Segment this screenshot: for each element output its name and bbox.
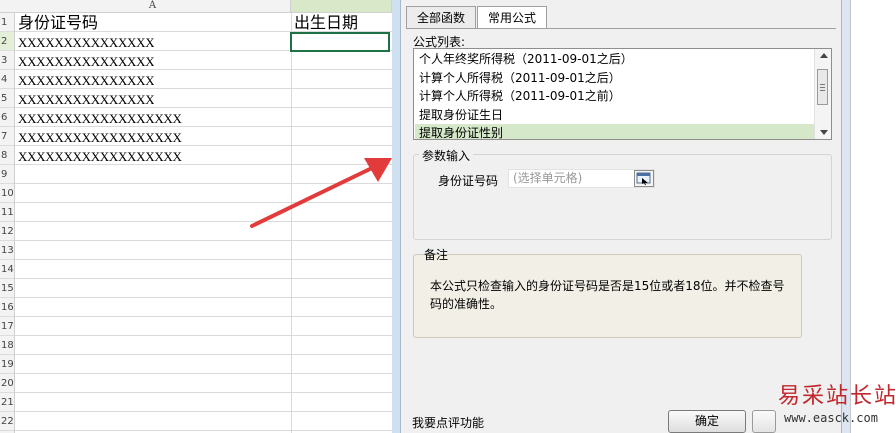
grid-row	[15, 241, 392, 260]
select-cell-button[interactable]	[634, 170, 654, 187]
id-number-cell[interactable]: XXXXXXXXXXXXXXX	[18, 33, 154, 52]
param-label-id-number: 身份证号码	[438, 174, 499, 188]
tab-common-formulas[interactable]: 常用公式	[477, 6, 547, 29]
column-header-row: A	[0, 0, 392, 13]
row-header[interactable]: 16	[0, 298, 14, 317]
row-header[interactable]: 5	[0, 89, 14, 108]
background-area	[850, 0, 895, 433]
id-number-cell[interactable]: XXXXXXXXXXXXXXX	[18, 52, 154, 71]
row-header[interactable]: 8	[0, 146, 14, 165]
notes-text: 本公式只检查输入的身份证号码是否是15位或者18位。并不检查号码的准确性。	[430, 279, 785, 311]
row-header[interactable]: 18	[0, 336, 14, 355]
row-header[interactable]: 9	[0, 165, 14, 184]
id-number-cell[interactable]: XXXXXXXXXXXXXXX	[18, 90, 154, 109]
row-header[interactable]: 2	[0, 32, 14, 51]
cell-a1-header[interactable]: 身份证号码	[18, 13, 98, 32]
watermark-url: www.easck.com	[784, 411, 878, 425]
id-number-cell[interactable]: XXXXXXXXXXXXXXXXXX	[18, 147, 182, 166]
row-header[interactable]: 17	[0, 317, 14, 336]
params-groupbox	[413, 154, 832, 240]
annotation-arrow	[250, 158, 392, 228]
grid-row	[15, 317, 392, 336]
formula-list-item[interactable]: 提取身份证生日	[415, 106, 814, 124]
cell-b1-header[interactable]: 出生日期	[294, 13, 358, 32]
watermark-logo-text: 易采站长站	[778, 384, 895, 409]
row-header[interactable]: 12	[0, 222, 14, 241]
scroll-up-icon[interactable]	[820, 53, 828, 58]
active-cell-b2[interactable]	[290, 32, 390, 52]
formula-list-scrollbar[interactable]	[814, 49, 831, 139]
select-range-icon	[636, 172, 651, 185]
grip-line-icon	[820, 90, 825, 91]
column-header-b[interactable]	[291, 0, 392, 12]
row-header[interactable]: 1	[0, 13, 14, 32]
row-header-column: 1 2 3 4 5 6 7 8 9 10 11 12 13 14 15 16 17 18 19 20 21 22	[0, 13, 15, 433]
grid-row	[15, 355, 392, 374]
cancel-button[interactable]	[752, 410, 776, 433]
column-header-a[interactable]: A	[15, 0, 291, 12]
row-header[interactable]: 13	[0, 241, 14, 260]
tab-divider	[406, 28, 836, 29]
param-input-id-number[interactable]: (选择单元格)	[508, 169, 655, 188]
id-number-cell[interactable]: XXXXXXXXXXXXXXXXXX	[18, 109, 182, 128]
row-header[interactable]: 21	[0, 393, 14, 412]
tab-all-functions[interactable]: 全部函数	[406, 6, 476, 28]
notes-box: 本公式只检查输入的身份证号码是否是15位或者18位。并不检查号码的准确性。	[413, 254, 802, 338]
row-header[interactable]: 15	[0, 279, 14, 298]
grid-row	[15, 260, 392, 279]
grip-line-icon	[820, 87, 825, 88]
formula-list-item[interactable]: 计算个人所得税（2011-09-01之前）	[415, 87, 814, 105]
dialog-border-strip	[842, 0, 850, 433]
row-header[interactable]: 22	[0, 412, 14, 431]
id-number-cell[interactable]: XXXXXXXXXXXXXXXXXX	[18, 128, 182, 147]
row-header[interactable]: 6	[0, 108, 14, 127]
grid-row	[15, 336, 392, 355]
formula-listbox[interactable]: 个人年终奖所得税（2011-09-01之后） 计算个人所得税（2011-09-01…	[413, 48, 832, 140]
formula-list-item[interactable]: 计算个人所得税（2011-09-01之后）	[415, 69, 814, 87]
scroll-thumb[interactable]	[817, 69, 828, 105]
grid-row	[15, 279, 392, 298]
formula-list-item[interactable]: 个人年终奖所得税（2011-09-01之后）	[415, 50, 814, 68]
row-header[interactable]: 14	[0, 260, 14, 279]
grip-line-icon	[820, 84, 825, 85]
ok-button[interactable]: 确定	[668, 410, 746, 433]
params-group-title: 参数输入	[419, 147, 474, 164]
row-header[interactable]: 11	[0, 203, 14, 222]
row-header[interactable]: 7	[0, 127, 14, 146]
grid-row	[15, 412, 392, 431]
row-header[interactable]: 10	[0, 184, 14, 203]
row-header[interactable]: 20	[0, 374, 14, 393]
notes-title: 备注	[424, 248, 449, 262]
grid-row	[15, 374, 392, 393]
grid-row	[15, 393, 392, 412]
row-header[interactable]: 19	[0, 355, 14, 374]
id-number-cell[interactable]: XXXXXXXXXXXXXXX	[18, 71, 154, 90]
row-header[interactable]: 4	[0, 70, 14, 89]
feedback-link[interactable]: 我要点评功能	[412, 414, 484, 431]
scroll-down-icon[interactable]	[820, 130, 828, 135]
grid-row	[15, 298, 392, 317]
formula-list-item[interactable]: 提取身份证性别	[415, 124, 814, 139]
row-header[interactable]: 3	[0, 51, 14, 70]
